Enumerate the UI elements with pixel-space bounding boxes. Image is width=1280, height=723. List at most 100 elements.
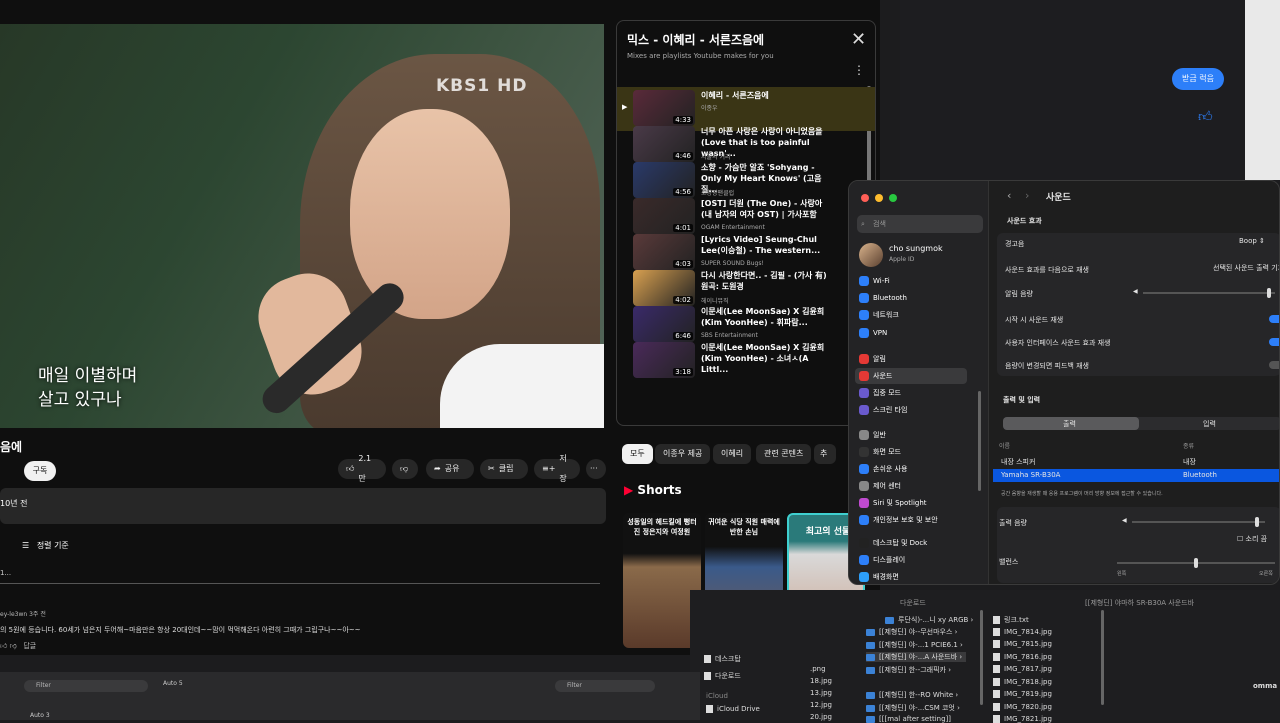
sidebar-item[interactable]: 화면 모드 (855, 444, 967, 460)
finder-file-item[interactable]: IMG_7820.jpg (993, 702, 1052, 711)
finder-folder-label: [[제형딘] 야--무선마우스 (879, 628, 953, 636)
finder-folder-item[interactable]: [[제형딘] 한--RO White › (866, 690, 958, 700)
finder-file-item[interactable]: IMG_7819.jpg (993, 690, 1052, 698)
finder-folder-item[interactable]: [[제형딘] 야-...CSM 코엇 › (866, 703, 960, 713)
reply-button[interactable]: 답글 (23, 642, 36, 650)
finder-scrollbar[interactable] (980, 610, 983, 705)
finder-sidebar-desktop[interactable]: 데스크탑 (704, 654, 741, 664)
finder-file-jpg[interactable]: 13.jpg (810, 689, 832, 697)
tab-output[interactable]: 출력 (1063, 419, 1076, 429)
finder-folder-item-selected[interactable]: [[제형딘] 야-...A 사운드바 › (866, 652, 967, 662)
sidebar-item[interactable]: 일반 (855, 427, 967, 443)
device-row-name[interactable]: Yamaha SR-B30A (1001, 471, 1060, 479)
filter-input[interactable]: Filter (24, 680, 148, 692)
finder-file-jpg[interactable]: 12.jpg (810, 701, 832, 709)
sidebar-item[interactable]: 네트워크 (855, 307, 967, 323)
finder-file-jpg[interactable]: 18.jpg (810, 677, 832, 685)
sidebar-item[interactable]: VPN (855, 325, 967, 341)
finder-scrollbar[interactable] (1101, 610, 1104, 705)
finder-file-item[interactable]: IMG_7817.jpg (993, 665, 1052, 673)
tab-input[interactable]: 입력 (1203, 419, 1216, 429)
finder-sidebar-downloads[interactable]: 다운로드 (704, 671, 741, 681)
finder-file-item[interactable]: IMG_7815.jpg (993, 640, 1052, 648)
thumbs-up-icon[interactable]: 👍︎ (1198, 108, 1213, 125)
finder-folder-item[interactable]: [[제형딘] 야--무선마우스 › (866, 627, 957, 637)
device-row-name[interactable]: 내장 스피커 (1001, 457, 1035, 467)
sidebar-item[interactable]: 집중 모드 (855, 385, 967, 401)
finder-file-item[interactable]: IMG_7821.jpg (993, 715, 1052, 723)
description-box[interactable]: 10년 전 (0, 488, 606, 524)
thumbs-down-small-icon[interactable]: 👎︎ (10, 642, 17, 650)
playlist-item[interactable]: 3:18 이문세(Lee MoonSae) X 김윤희 (Kim YoonHee)… (617, 339, 875, 383)
finder-file-png[interactable]: .png (810, 665, 826, 673)
startup-sound-toggle[interactable] (1269, 315, 1279, 323)
playlist-item-channel: SUPER SOUND Bugs! (701, 260, 764, 267)
alert-volume-slider-track[interactable] (1143, 292, 1275, 294)
finder-file-item[interactable]: IMG_7816.jpg (993, 652, 1052, 661)
close-icon[interactable]: ✕ (851, 29, 866, 50)
playlist-item-title: [OST] 더원 (The One) - 사랑아 (내 남자의 여자 OST) … (701, 199, 823, 219)
save-button[interactable]: ≡+ 저장 (534, 454, 580, 483)
more-vert-icon[interactable]: ⋮ (853, 63, 865, 77)
sort-comments-button[interactable]: ☰ 정렬 기준 (22, 540, 69, 551)
sidebar-item[interactable]: 데스크탑 및 Dock (855, 535, 967, 551)
finder-folder-item[interactable]: 루단식)-...니 xy ARGB › (885, 615, 973, 625)
alert-sound-select[interactable]: Boop ⇕ (1239, 237, 1265, 245)
thumbs-up-small-icon[interactable]: 👍︎ (0, 642, 7, 650)
close-window-button[interactable] (861, 194, 869, 202)
sidebar-item[interactable]: 손쉬운 사용 (855, 461, 967, 477)
avatar[interactable] (859, 243, 883, 267)
ui-sound-toggle[interactable] (1269, 338, 1279, 346)
sidebar-item[interactable]: 디스플레이 (855, 552, 967, 568)
finder-file-item[interactable]: 링크.txt (993, 615, 1029, 625)
sidebar-item[interactable]: 알림 (855, 351, 967, 367)
account-name[interactable]: cho sungmok (889, 244, 943, 253)
sidebar-item[interactable]: Bluetooth (855, 290, 967, 306)
finder-folder-item[interactable]: [[[mal after setting]] (866, 715, 951, 723)
finder-folder-item[interactable]: [[제형딘] 야-...1 PCIE6.1 › (866, 640, 963, 650)
finder-file-item[interactable]: IMG_7814.jpg (993, 627, 1052, 636)
sidebar-item[interactable]: 제어 센터 (855, 478, 967, 494)
subscribe-button[interactable]: 구독 (24, 461, 56, 481)
alert-volume-slider-knob[interactable] (1267, 288, 1272, 298)
sidebar-item[interactable]: 사운드 (855, 368, 967, 384)
chip-uploader[interactable]: 이종우 제공 (655, 444, 711, 464)
chip-more[interactable]: 추 (814, 444, 836, 464)
sidebar-item[interactable]: 배경화면 (855, 569, 967, 584)
finder-file-item[interactable]: IMG_7818.jpg (993, 677, 1052, 686)
more-actions-button[interactable]: ··· (586, 459, 606, 479)
like-button[interactable]: 👍︎ 2.1만 (338, 454, 386, 483)
finder-folder-item[interactable]: [[제형딘] 한--그래픽카 › (866, 665, 951, 675)
share-button[interactable]: ➦ 공유 (426, 459, 474, 479)
sidebar-scrollbar[interactable] (978, 391, 981, 491)
minimize-window-button[interactable] (875, 194, 883, 202)
filter-input[interactable]: Filter (555, 680, 655, 692)
download-icon (704, 672, 711, 680)
feedback-toggle[interactable] (1269, 361, 1279, 369)
balance-slider-knob[interactable] (1194, 558, 1198, 568)
output-volume-slider-knob[interactable] (1254, 517, 1259, 527)
sidebar-item[interactable]: Siri 및 Spotlight (855, 495, 967, 511)
settings-search-input[interactable]: ⌕ 검색 (857, 215, 983, 233)
save-playlist-icon: ≡+ (542, 464, 556, 473)
video-player[interactable]: KBS1 HD 매일 이별하며 살고 있구나 (0, 24, 604, 428)
comment-author[interactable]: ey-le3wn 3주 전 (0, 609, 46, 618)
clip-button[interactable]: ✂ 클립 (480, 459, 528, 479)
play-effects-select[interactable]: 선택된 사운드 출력 기기 (1213, 263, 1279, 273)
sidebar-item[interactable]: 스크린 타임 (855, 402, 967, 418)
finder-sidebar-icloud-drive[interactable]: iCloud Drive (706, 705, 760, 713)
sidebar-item[interactable]: 개인정보 보호 및 보안 (855, 512, 967, 528)
sidebar-item[interactable]: Wi-Fi (855, 273, 967, 289)
chip-all[interactable]: 모두 (622, 444, 653, 464)
chip-artist[interactable]: 이혜리 (713, 444, 752, 464)
mute-checkbox[interactable]: ☐ 소리 끔 (1237, 534, 1267, 544)
zoom-window-button[interactable] (889, 194, 897, 202)
chip-related[interactable]: 관련 콘텐츠 (756, 444, 812, 464)
output-volume-slider-track[interactable] (1132, 521, 1265, 523)
finder-folder-label: [[제형딘] 야-...A 사운드바 (879, 653, 958, 661)
dislike-button[interactable]: 👎︎ (392, 459, 418, 479)
chat-bubble[interactable]: 받금 럭음 (1172, 68, 1224, 90)
forward-chevron-icon[interactable]: › (1025, 189, 1029, 202)
comment-input-placeholder[interactable]: 1... (0, 569, 11, 577)
back-chevron-icon[interactable]: ‹ (1007, 189, 1011, 202)
